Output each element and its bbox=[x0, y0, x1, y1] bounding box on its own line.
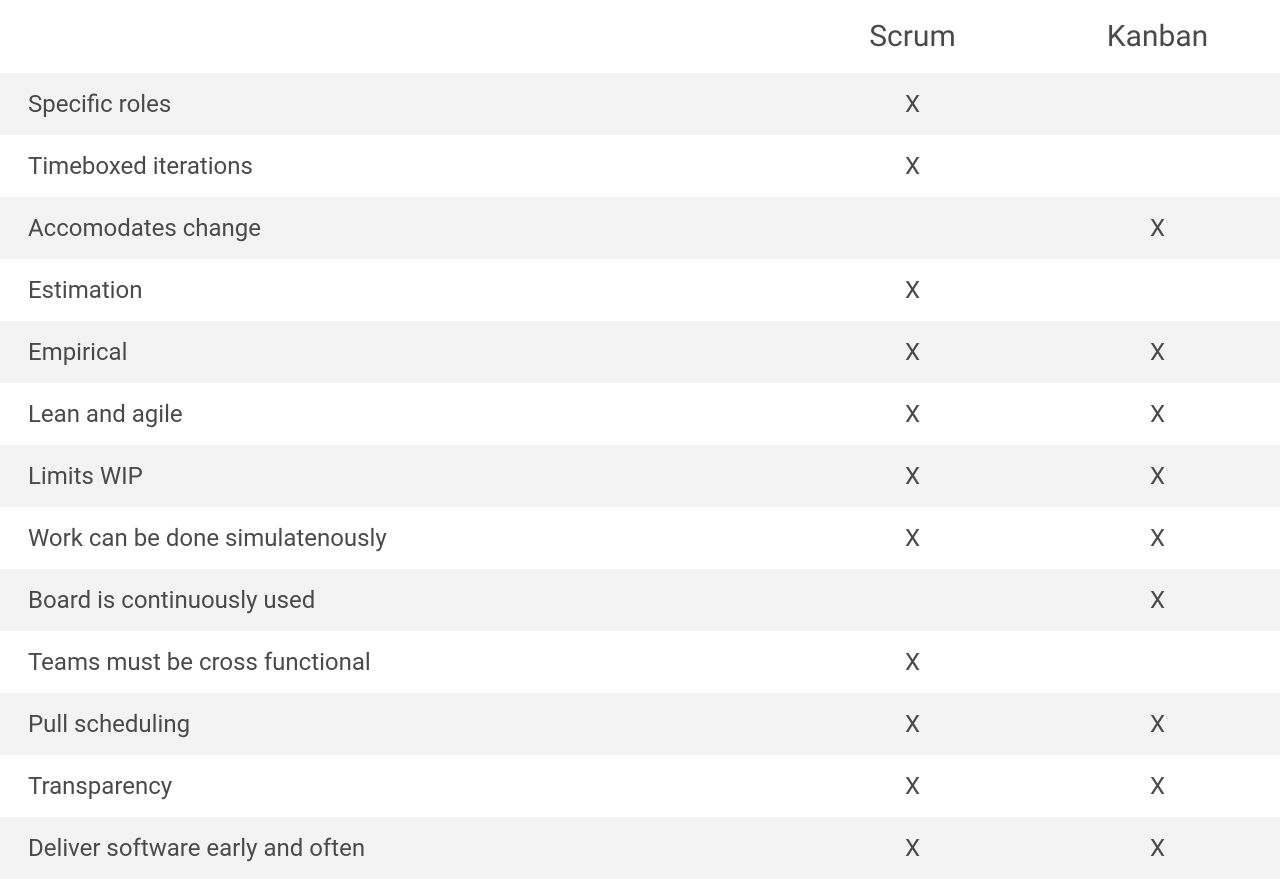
header-scrum: Scrum bbox=[790, 0, 1035, 73]
kanban-cell: X bbox=[1035, 693, 1280, 755]
check-mark: X bbox=[905, 152, 920, 180]
check-mark: X bbox=[1150, 524, 1165, 552]
table-row: Transparency X X bbox=[0, 755, 1280, 817]
check-mark: X bbox=[905, 834, 920, 862]
scrum-cell bbox=[790, 569, 1035, 631]
check-mark: X bbox=[905, 276, 920, 304]
feature-label: Timeboxed iterations bbox=[0, 135, 790, 197]
table-row: Lean and agile X X bbox=[0, 383, 1280, 445]
scrum-cell: X bbox=[790, 383, 1035, 445]
kanban-cell: X bbox=[1035, 383, 1280, 445]
header-feature bbox=[0, 0, 790, 73]
feature-label: Specific roles bbox=[0, 73, 790, 135]
feature-label: Estimation bbox=[0, 259, 790, 321]
scrum-cell: X bbox=[790, 135, 1035, 197]
check-mark: X bbox=[1150, 586, 1165, 614]
kanban-cell: X bbox=[1035, 817, 1280, 879]
check-mark: X bbox=[905, 648, 920, 676]
kanban-cell bbox=[1035, 631, 1280, 693]
table-row: Work can be done simulatenously X X bbox=[0, 507, 1280, 569]
check-mark: X bbox=[905, 400, 920, 428]
feature-label: Work can be done simulatenously bbox=[0, 507, 790, 569]
feature-label: Empirical bbox=[0, 321, 790, 383]
scrum-cell: X bbox=[790, 259, 1035, 321]
scrum-cell bbox=[790, 197, 1035, 259]
table-row: Estimation X bbox=[0, 259, 1280, 321]
feature-label: Teams must be cross functional bbox=[0, 631, 790, 693]
scrum-cell: X bbox=[790, 321, 1035, 383]
table-header-row: Scrum Kanban bbox=[0, 0, 1280, 73]
kanban-cell: X bbox=[1035, 755, 1280, 817]
table-row: Specific roles X bbox=[0, 73, 1280, 135]
feature-label: Accomodates change bbox=[0, 197, 790, 259]
kanban-cell: X bbox=[1035, 197, 1280, 259]
kanban-cell: X bbox=[1035, 569, 1280, 631]
table-row: Pull scheduling X X bbox=[0, 693, 1280, 755]
check-mark: X bbox=[905, 710, 920, 738]
check-mark: X bbox=[1150, 834, 1165, 862]
check-mark: X bbox=[1150, 462, 1165, 490]
table-row: Limits WIP X X bbox=[0, 445, 1280, 507]
kanban-cell: X bbox=[1035, 445, 1280, 507]
scrum-cell: X bbox=[790, 817, 1035, 879]
check-mark: X bbox=[905, 462, 920, 490]
check-mark: X bbox=[905, 338, 920, 366]
kanban-cell: X bbox=[1035, 507, 1280, 569]
scrum-cell: X bbox=[790, 445, 1035, 507]
check-mark: X bbox=[1150, 214, 1165, 242]
table-row: Board is continuously used X bbox=[0, 569, 1280, 631]
table-row: Deliver software early and often X X bbox=[0, 817, 1280, 879]
scrum-cell: X bbox=[790, 755, 1035, 817]
check-mark: X bbox=[905, 524, 920, 552]
kanban-cell bbox=[1035, 135, 1280, 197]
feature-label: Board is continuously used bbox=[0, 569, 790, 631]
check-mark: X bbox=[1150, 400, 1165, 428]
kanban-cell: X bbox=[1035, 321, 1280, 383]
table-row: Timeboxed iterations X bbox=[0, 135, 1280, 197]
feature-label: Transparency bbox=[0, 755, 790, 817]
header-kanban: Kanban bbox=[1035, 0, 1280, 73]
check-mark: X bbox=[1150, 772, 1165, 800]
kanban-cell bbox=[1035, 73, 1280, 135]
feature-label: Limits WIP bbox=[0, 445, 790, 507]
scrum-cell: X bbox=[790, 693, 1035, 755]
table-row: Accomodates change X bbox=[0, 197, 1280, 259]
scrum-cell: X bbox=[790, 73, 1035, 135]
table-row: Empirical X X bbox=[0, 321, 1280, 383]
scrum-cell: X bbox=[790, 631, 1035, 693]
check-mark: X bbox=[905, 772, 920, 800]
check-mark: X bbox=[1150, 710, 1165, 738]
feature-label: Pull scheduling bbox=[0, 693, 790, 755]
kanban-cell bbox=[1035, 259, 1280, 321]
comparison-table: Scrum Kanban Specific rolesXTimeboxed it… bbox=[0, 0, 1280, 879]
check-mark: X bbox=[905, 90, 920, 118]
scrum-cell: X bbox=[790, 507, 1035, 569]
feature-label: Deliver software early and often bbox=[0, 817, 790, 879]
check-mark: X bbox=[1150, 338, 1165, 366]
table-row: Teams must be cross functional X bbox=[0, 631, 1280, 693]
feature-label: Lean and agile bbox=[0, 383, 790, 445]
